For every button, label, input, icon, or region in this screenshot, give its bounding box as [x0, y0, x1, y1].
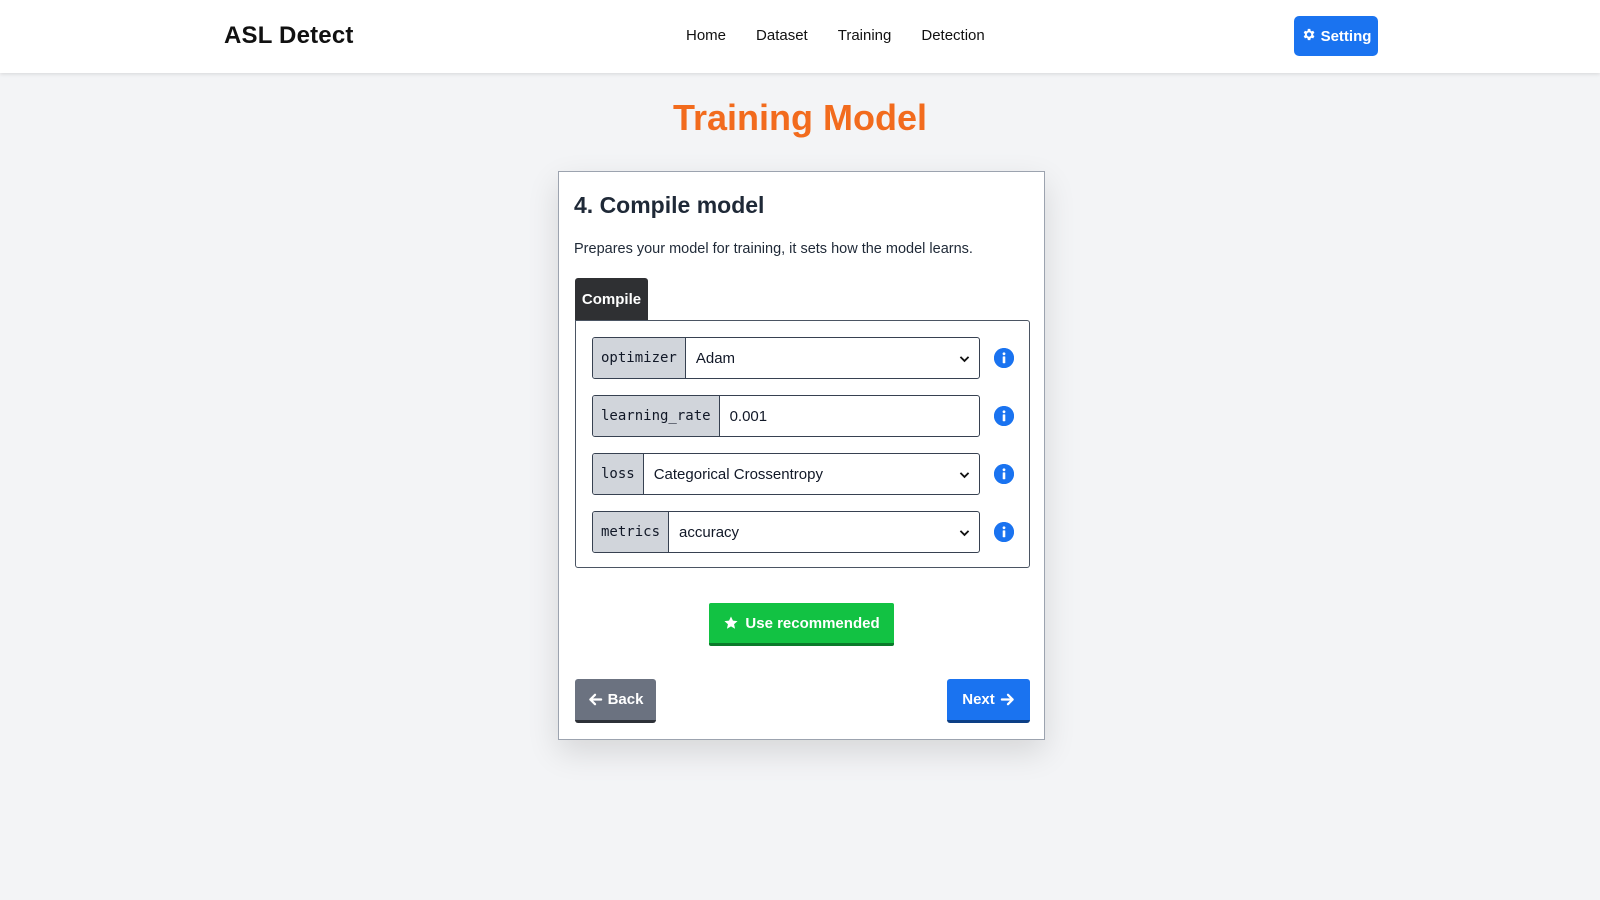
nav-detection[interactable]: Detection — [921, 27, 984, 44]
metrics-value: accuracy — [679, 523, 740, 541]
compile-panel: optimizer Adam learning_rate loss — [575, 320, 1030, 568]
metrics-select[interactable]: accuracy — [669, 512, 979, 552]
loss-select[interactable]: Categorical Crossentropy — [644, 454, 979, 494]
learning-rate-field[interactable]: learning_rate — [592, 395, 980, 437]
step-description: Prepares your model for training, it set… — [574, 241, 973, 257]
optimizer-field[interactable]: optimizer Adam — [592, 337, 980, 379]
learning-rate-label: learning_rate — [593, 396, 720, 436]
back-label: Back — [607, 691, 644, 708]
chevron-down-icon — [959, 530, 970, 537]
loss-info-icon[interactable] — [994, 464, 1014, 484]
star-icon — [724, 616, 738, 629]
learning-rate-info-icon[interactable] — [994, 406, 1014, 426]
step-title: 4. Compile model — [574, 192, 765, 218]
nav-dataset[interactable]: Dataset — [756, 27, 808, 44]
metrics-label: metrics — [593, 512, 670, 552]
optimizer-value: Adam — [695, 349, 736, 367]
back-button[interactable]: Back — [575, 679, 656, 723]
metrics-info-icon[interactable] — [994, 522, 1014, 542]
optimizer-info-icon[interactable] — [994, 348, 1014, 368]
arrow-right-icon — [1000, 693, 1014, 706]
nav-home[interactable]: Home — [686, 27, 726, 44]
chevron-down-icon — [959, 472, 970, 479]
loss-field[interactable]: loss Categorical Crossentropy — [592, 453, 980, 495]
page-title: Training Model — [672, 97, 927, 138]
use-recommended-button[interactable]: Use recommended — [709, 603, 894, 646]
tab-compile[interactable]: Compile — [575, 278, 648, 321]
gear-icon — [1301, 27, 1316, 46]
learning-rate-input-wrap[interactable] — [720, 396, 979, 436]
optimizer-label: optimizer — [593, 338, 686, 378]
metrics-field[interactable]: metrics accuracy — [592, 511, 980, 553]
chevron-down-icon — [959, 356, 970, 363]
setting-label: Setting — [1320, 27, 1372, 45]
top-navbar: ASL Detect Home Dataset Training Detecti… — [0, 0, 1600, 73]
use-recommended-label: Use recommended — [745, 614, 880, 632]
setting-button[interactable]: Setting — [1294, 16, 1378, 56]
arrow-left-icon — [588, 693, 602, 706]
compile-model-card: 4. Compile model Prepares your model for… — [558, 171, 1045, 740]
brand-logo[interactable]: ASL Detect — [224, 22, 354, 50]
next-button[interactable]: Next — [947, 679, 1030, 723]
learning-rate-input[interactable] — [729, 407, 969, 425]
next-label: Next — [962, 691, 995, 708]
nav-training[interactable]: Training — [838, 27, 892, 44]
loss-value: Categorical Crossentropy — [653, 465, 823, 483]
loss-label: loss — [593, 454, 644, 494]
main-nav: Home Dataset Training Detection — [686, 27, 985, 44]
optimizer-select[interactable]: Adam — [686, 338, 979, 378]
